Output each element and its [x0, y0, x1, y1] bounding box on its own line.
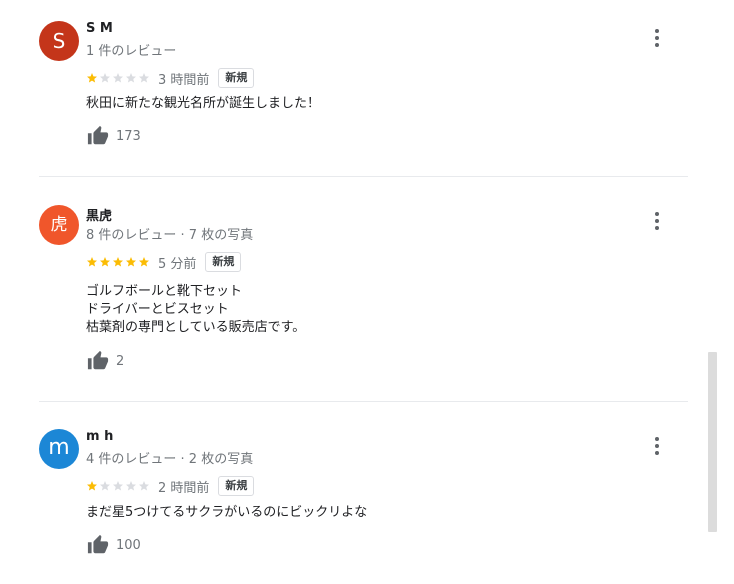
star-icon	[87, 73, 97, 83]
star-icon	[113, 73, 123, 83]
more-options-button[interactable]	[647, 211, 667, 231]
review-time: 5 分前	[158, 256, 197, 272]
star-icon	[113, 257, 123, 267]
avatar[interactable]: 虎	[39, 205, 79, 245]
like-count: 173	[116, 128, 141, 144]
star-icon	[126, 257, 136, 267]
more-vertical-icon-dot	[655, 36, 659, 40]
new-badge: 新規	[205, 252, 242, 272]
star-icon	[139, 481, 149, 491]
more-vertical-icon-dot	[655, 43, 659, 47]
scrollbar-thumb[interactable]	[708, 352, 717, 532]
reviewer-meta: 1 件のレビュー	[86, 44, 177, 59]
review-text-line: まだ星5つけてるサクラがいるのにビックリよな	[86, 505, 368, 520]
reviewer-meta: 4 件のレビュー · 2 枚の写真	[86, 452, 254, 467]
review-card: S S M 1 件のレビュー 3 時間前 新規 秋田に新たな観光名所が誕生しまし…	[39, 21, 688, 161]
like-count: 100	[116, 537, 141, 553]
like-button[interactable]: 2	[87, 350, 124, 372]
review-text-line: 秋田に新たな観光名所が誕生しました！	[86, 96, 321, 111]
star-icon	[87, 257, 97, 267]
like-button[interactable]: 100	[87, 534, 141, 556]
star-icon	[100, 481, 110, 491]
star-icon	[100, 257, 110, 267]
review-text: 秋田に新たな観光名所が誕生しました！	[86, 95, 320, 113]
rating-row: 2 時間前 新規	[86, 475, 255, 497]
like-button[interactable]: 173	[87, 125, 141, 147]
more-vertical-icon-dot	[655, 451, 659, 455]
avatar[interactable]: S	[39, 21, 79, 61]
star-icon	[87, 481, 97, 491]
divider	[39, 176, 688, 177]
rating-row: 3 時間前 新規	[86, 67, 255, 89]
avatar[interactable]: m	[39, 429, 79, 469]
review-text-line: 枯葉剤の専門としている販売店です。	[86, 320, 306, 335]
more-vertical-icon	[655, 29, 659, 33]
review-card: 虎 黒虎 8 件のレビュー · 7 枚の写真 5 分前 新規 ゴルフボールと靴下…	[39, 205, 688, 380]
new-badge: 新規	[218, 476, 255, 496]
reviewer-name[interactable]: S M	[86, 21, 113, 36]
new-badge: 新規	[218, 68, 255, 88]
reviewer-name[interactable]: m h	[86, 429, 113, 444]
divider	[39, 401, 688, 402]
star-rating	[86, 480, 150, 492]
rating-row: 5 分前 新規	[86, 251, 242, 273]
star-icon	[126, 73, 136, 83]
star-rating	[86, 256, 150, 268]
review-time: 3 時間前	[158, 72, 210, 88]
star-icon	[113, 481, 123, 491]
star-icon	[100, 73, 110, 83]
review-text: ゴルフボールと靴下セット ドライバーとビスセット 枯葉剤の専門としている販売店で…	[86, 283, 305, 337]
like-count: 2	[116, 353, 125, 369]
thumbs-up-icon	[87, 534, 109, 554]
more-vertical-icon-dot	[655, 444, 659, 448]
more-vertical-icon-dot	[655, 226, 659, 230]
reviewer-name[interactable]: 黒虎	[86, 205, 112, 224]
thumbs-up-icon	[87, 350, 109, 370]
more-vertical-icon	[655, 212, 659, 216]
review-text: まだ星5つけてるサクラがいるのにビックリよな	[86, 504, 367, 522]
more-options-button[interactable]	[647, 436, 667, 456]
star-rating	[86, 72, 150, 84]
review-text-line: ゴルフボールと靴下セット	[86, 284, 243, 299]
thumbs-up-icon	[87, 125, 109, 145]
review-card: m m h 4 件のレビュー · 2 枚の写真 2 時間前 新規 まだ星5つけて…	[39, 429, 688, 569]
reviewer-meta: 8 件のレビュー · 7 枚の写真	[86, 228, 254, 243]
more-vertical-icon-dot	[655, 219, 659, 223]
more-vertical-icon	[655, 437, 659, 441]
star-icon	[139, 257, 149, 267]
star-icon	[126, 481, 136, 491]
review-time: 2 時間前	[158, 480, 210, 496]
star-icon	[139, 73, 149, 83]
more-options-button[interactable]	[647, 28, 667, 48]
review-text-line: ドライバーとビスセット	[86, 302, 229, 317]
